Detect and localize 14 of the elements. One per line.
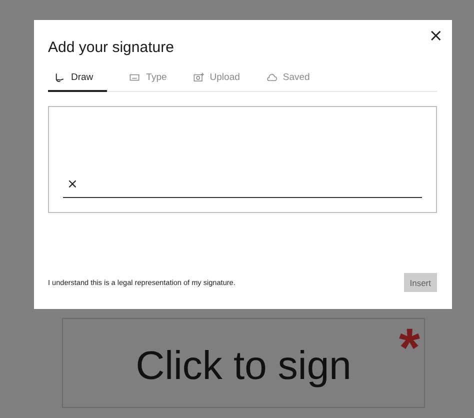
tab[interactable]: Upload [186,70,244,92]
clear-button[interactable]: × [63,179,78,191]
signature-field[interactable]: Click to sign * [62,318,425,408]
required-mark: * [398,321,420,375]
signature-field-label: Click to sign [136,344,352,388]
cloud-icon [266,72,277,83]
close-button[interactable]: × [428,26,443,46]
signature-pad[interactable]: × [48,106,437,213]
keyboard-icon [129,72,140,83]
tab[interactable]: Type [123,70,171,92]
camera-icon [192,72,204,83]
dialog-title: Add your signature [48,39,175,56]
tab[interactable]: Saved [260,70,314,92]
tab[interactable]: Draw [48,70,108,92]
